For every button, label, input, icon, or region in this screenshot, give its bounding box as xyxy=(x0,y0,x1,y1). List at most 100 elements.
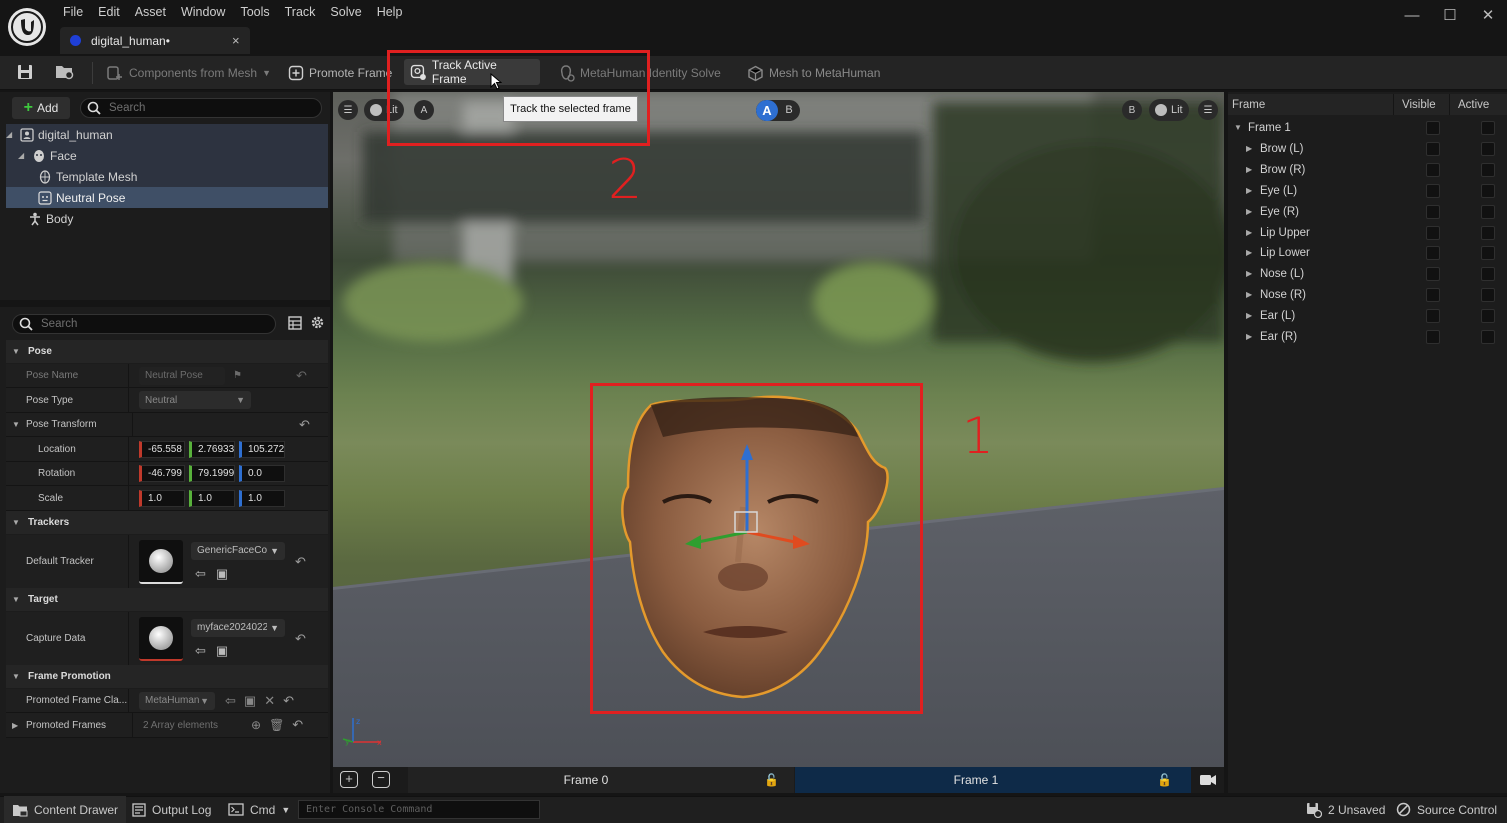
active-checkbox[interactable] xyxy=(1481,141,1495,156)
col-active-header[interactable]: Active xyxy=(1450,99,1506,111)
active-checkbox[interactable] xyxy=(1481,120,1495,135)
unlock-icon[interactable]: 🔓 xyxy=(1157,773,1191,787)
reset-arrow-icon[interactable]: ↶ xyxy=(296,368,307,384)
active-checkbox[interactable] xyxy=(1481,308,1495,323)
frame-1-strip[interactable]: Frame 1 🔓 xyxy=(795,767,1191,793)
visible-checkbox[interactable] xyxy=(1426,141,1440,156)
pose-name-field[interactable]: Neutral Pose xyxy=(139,366,225,385)
content-drawer-button[interactable]: Content Drawer xyxy=(4,796,127,823)
frame-row-lip-lower[interactable]: ▶ Lip Lower xyxy=(1230,242,1507,263)
table-view-icon[interactable] xyxy=(288,316,302,330)
col-frame-header[interactable]: Frame xyxy=(1228,99,1393,111)
visible-checkbox[interactable] xyxy=(1426,329,1440,344)
trash-icon[interactable]: 🗑 xyxy=(269,718,284,732)
frame-row-nose-r[interactable]: ▶ Nose (R) xyxy=(1230,284,1507,305)
tracker-thumbnail[interactable] xyxy=(139,539,183,584)
rotation-y-field[interactable]: 79.1999 xyxy=(189,465,235,482)
minimize-button[interactable]: — xyxy=(1394,4,1430,28)
menu-track[interactable]: Track xyxy=(278,0,324,24)
visible-checkbox[interactable] xyxy=(1426,183,1440,198)
reset-arrow-icon[interactable]: ↶ xyxy=(283,693,294,709)
col-visible-header[interactable]: Visible xyxy=(1394,99,1449,111)
camera-b-toggle[interactable]: B xyxy=(1122,100,1142,120)
ab-b-button[interactable]: B xyxy=(778,100,800,121)
frame-row-eye-l[interactable]: ▶ Eye (L) xyxy=(1230,180,1507,201)
cmd-dropdown[interactable]: Cmd ▼ xyxy=(220,796,298,823)
active-checkbox[interactable] xyxy=(1481,162,1495,177)
active-checkbox[interactable] xyxy=(1481,204,1495,219)
use-selected-icon[interactable]: ⇦ xyxy=(195,566,206,582)
tree-item-neutral-pose[interactable]: Neutral Pose xyxy=(6,187,328,208)
prop-promoted-frames[interactable]: ▶ Promoted Frames 2 Array elements ⊕ 🗑 ↶ xyxy=(6,713,328,738)
default-tracker-dropdown[interactable]: GenericFaceContour ▼ xyxy=(191,541,285,560)
visible-checkbox[interactable] xyxy=(1426,266,1440,281)
frame-row-ear-l[interactable]: ▶ Ear (L) xyxy=(1230,305,1507,326)
frame-row-eye-r[interactable]: ▶ Eye (R) xyxy=(1230,201,1507,222)
reset-arrow-icon[interactable]: ↶ xyxy=(299,417,310,433)
active-checkbox[interactable] xyxy=(1481,183,1495,198)
section-trackers[interactable]: ▼ Trackers xyxy=(6,511,328,534)
browse-asset-icon[interactable] xyxy=(55,63,75,81)
add-frame-icon[interactable]: + xyxy=(340,771,358,788)
visible-checkbox[interactable] xyxy=(1426,225,1440,240)
capture-data-dropdown[interactable]: myface20240220 ▼ xyxy=(191,618,285,637)
ab-a-button[interactable]: A xyxy=(756,100,778,121)
rotation-z-field[interactable]: 0.0 xyxy=(239,465,285,482)
unsaved-button[interactable]: 2 Unsaved xyxy=(1298,796,1393,823)
frame-row-brow-l[interactable]: ▶ Brow (L) xyxy=(1230,138,1507,159)
unreal-logo-icon[interactable] xyxy=(8,8,46,46)
reset-arrow-icon[interactable]: ↶ xyxy=(295,554,306,570)
menu-solve[interactable]: Solve xyxy=(323,0,369,24)
close-tab-icon[interactable]: × xyxy=(232,33,250,48)
close-window-button[interactable]: ✕ xyxy=(1470,4,1506,28)
use-selected-icon[interactable]: ⇦ xyxy=(225,693,236,709)
location-x-field[interactable]: -65.558 xyxy=(139,440,185,458)
frame-row-brow-r[interactable]: ▶ Brow (R) xyxy=(1230,159,1507,180)
maximize-button[interactable]: ☐ xyxy=(1432,4,1468,28)
clear-icon[interactable]: ✕ xyxy=(264,693,275,709)
frame-row-lip-upper[interactable]: ▶ Lip Upper xyxy=(1230,222,1507,243)
location-y-field[interactable]: 2.76933 xyxy=(189,440,235,458)
frame-0-strip[interactable]: Frame 0 🔓 xyxy=(408,767,794,793)
rotation-x-field[interactable]: -46.799 xyxy=(139,465,185,482)
save-icon[interactable] xyxy=(16,63,34,81)
tree-item-face[interactable]: ◢ Face xyxy=(6,145,328,166)
console-command-input[interactable]: Enter Console Command xyxy=(298,800,540,819)
view-mode-b-button[interactable]: Lit xyxy=(1149,99,1189,121)
frame-row-nose-l[interactable]: ▶ Nose (L) xyxy=(1230,263,1507,284)
tree-item-digital-human[interactable]: ◢ digital_human xyxy=(6,124,328,145)
visible-checkbox[interactable] xyxy=(1426,120,1440,135)
prop-pose-transform[interactable]: ▼ Pose Transform ↶ xyxy=(6,413,328,437)
location-z-field[interactable]: 105.272 xyxy=(239,440,285,458)
menu-tools[interactable]: Tools xyxy=(233,0,277,24)
components-from-mesh-button[interactable]: Components from Mesh ▼ xyxy=(100,60,277,86)
reset-arrow-icon[interactable]: ↶ xyxy=(295,631,306,647)
visible-checkbox[interactable] xyxy=(1426,287,1440,302)
menu-window[interactable]: Window xyxy=(174,0,233,24)
visible-checkbox[interactable] xyxy=(1426,308,1440,323)
menu-file[interactable]: File xyxy=(56,0,91,24)
tree-item-template-mesh[interactable]: Template Mesh xyxy=(6,166,328,187)
details-search-input[interactable]: Search xyxy=(12,314,276,334)
section-target[interactable]: ▼ Target xyxy=(6,588,328,611)
scale-y-field[interactable]: 1.0 xyxy=(189,489,235,507)
reset-arrow-icon[interactable]: ↶ xyxy=(292,717,303,733)
active-checkbox[interactable] xyxy=(1481,266,1495,281)
active-checkbox[interactable] xyxy=(1481,287,1495,302)
capture-data-thumbnail[interactable] xyxy=(139,616,183,661)
document-tab[interactable]: digital_human• × xyxy=(60,27,250,54)
browse-folder-icon[interactable]: ▣ xyxy=(216,643,228,659)
camera-icon[interactable] xyxy=(1199,771,1217,788)
visible-checkbox[interactable] xyxy=(1426,245,1440,260)
active-checkbox[interactable] xyxy=(1481,225,1495,240)
remove-frame-icon[interactable]: − xyxy=(372,771,390,788)
outliner-search-input[interactable]: Search xyxy=(80,98,322,118)
menu-asset[interactable]: Asset xyxy=(128,0,174,24)
scale-z-field[interactable]: 1.0 xyxy=(239,489,285,507)
menu-edit[interactable]: Edit xyxy=(91,0,128,24)
visible-checkbox[interactable] xyxy=(1426,162,1440,177)
promoted-frame-class-dropdown[interactable]: MetaHuman ▼ xyxy=(139,691,215,710)
browse-folder-icon[interactable]: ▣ xyxy=(244,693,256,709)
active-checkbox[interactable] xyxy=(1481,245,1495,260)
visible-checkbox[interactable] xyxy=(1426,204,1440,219)
